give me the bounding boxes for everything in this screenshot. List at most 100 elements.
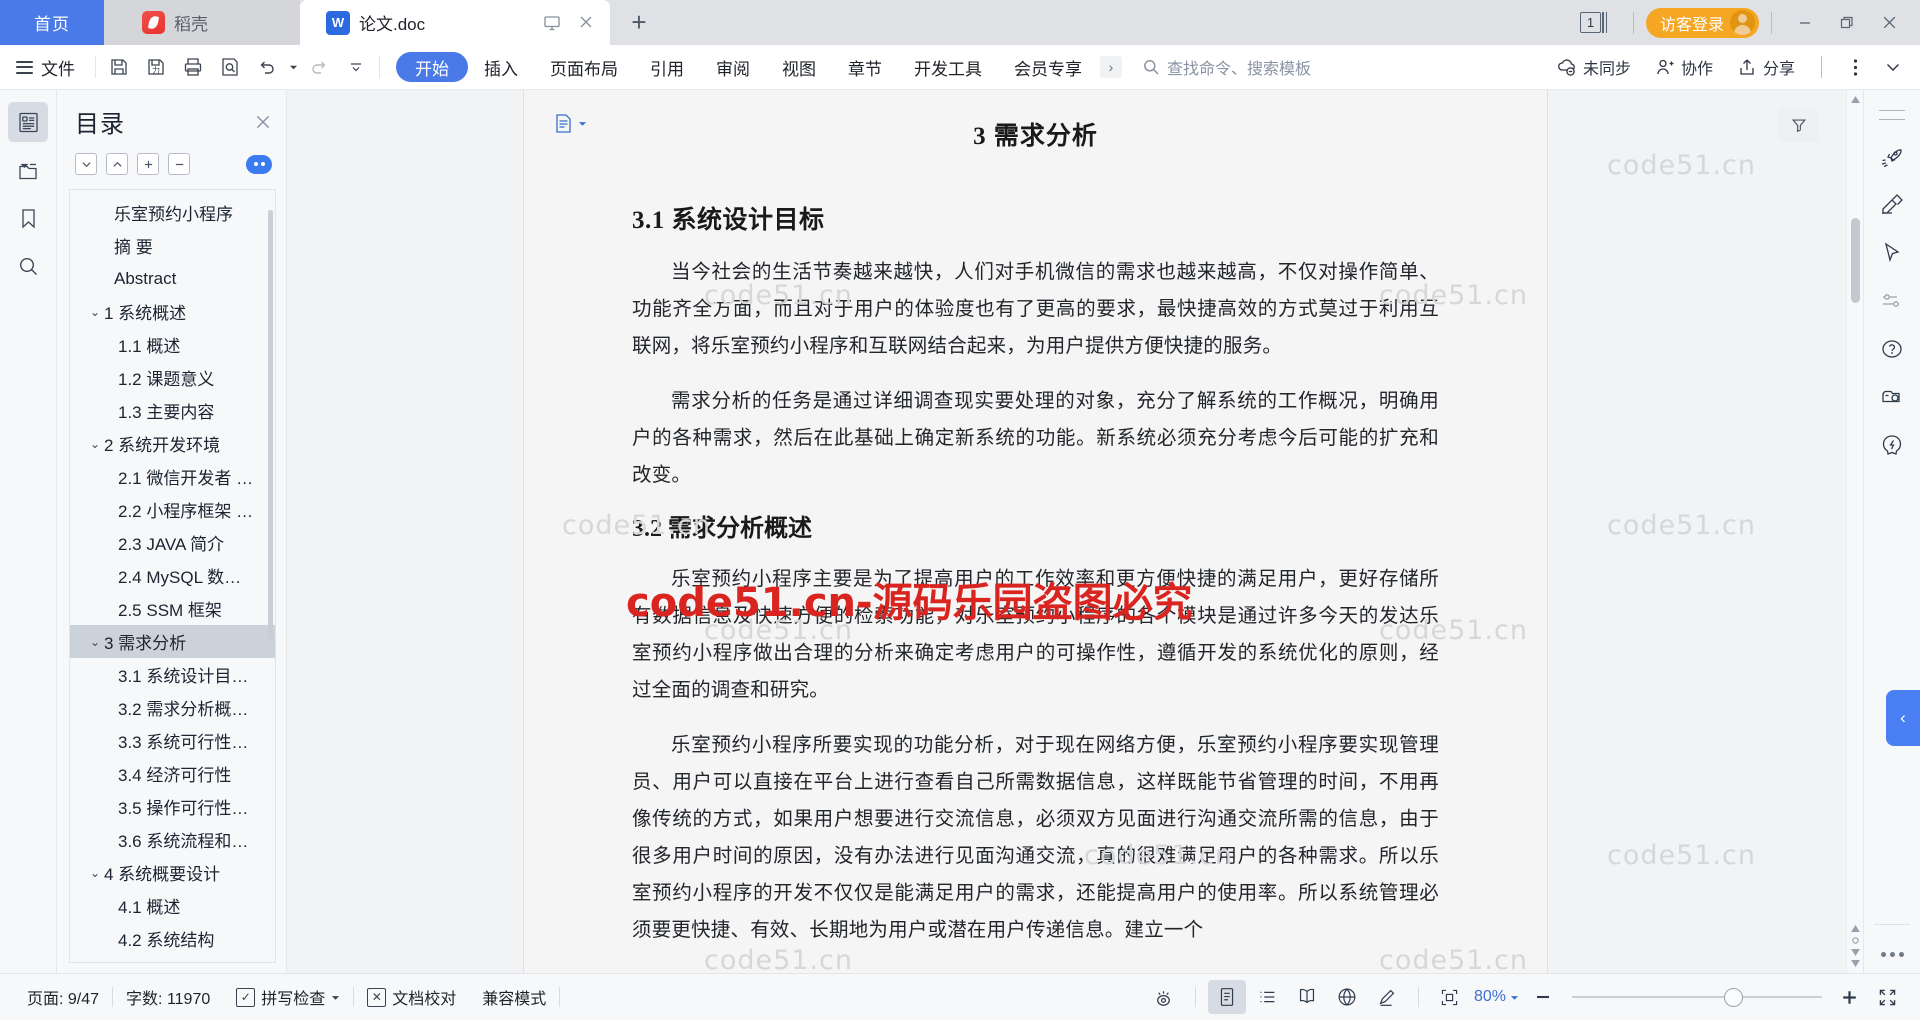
reading-view-icon[interactable] [1288,980,1326,1014]
fullscreen-icon[interactable] [1868,980,1906,1014]
zoom-level[interactable]: 80% [1471,988,1522,1006]
search-icon[interactable] [8,246,48,286]
chevron-down-icon[interactable]: ⌄ [86,635,104,649]
zoom-slider-knob[interactable] [1724,987,1743,1007]
toc-item[interactable]: 1.1 概述 [70,328,275,361]
fit-page-icon[interactable] [1431,980,1469,1014]
pen-view-icon[interactable] [1368,980,1406,1014]
cursor-icon[interactable] [1871,232,1913,274]
spellcheck-button[interactable]: ✓ 拼写检查 [223,985,353,1009]
next-page-icon[interactable] [1850,949,1860,956]
toc-item[interactable]: ⌄ 4 系统概要设计 [70,856,275,889]
customize-toolbar-icon[interactable] [339,51,373,83]
scroll-up-icon[interactable] [1850,90,1860,108]
toc-item[interactable]: ⌄ 1 系统概述 [70,295,275,328]
toc-item[interactable]: ⌄ 3 需求分析 [70,625,275,658]
command-search[interactable]: 查找命令、搜索模板 [1142,55,1311,79]
brush-icon[interactable] [1871,184,1913,226]
prev-page-icon[interactable] [1850,925,1860,932]
document-area[interactable]: 3 需求分析 3.1 系统设计目标 当今社会的生活节奏越来越快，人们对手机微信的… [287,90,1863,973]
ribbon-tab-start[interactable]: 开始 [396,52,468,82]
expand-all-icon[interactable] [137,153,159,175]
more-options-icon[interactable] [1838,51,1872,83]
eye-icon[interactable] [1145,980,1183,1014]
toc-item[interactable]: 1.2 课题意义 [70,361,275,394]
expand-panel-button[interactable]: ‹ [1886,690,1920,746]
expand-down-icon[interactable] [75,153,97,175]
undo-dropdown-caret-icon[interactable] [287,51,299,83]
maximize-button[interactable] [1826,0,1868,45]
toc-item[interactable]: 4.1 概述 [70,889,275,922]
chevron-down-icon[interactable]: ⌄ [86,305,104,319]
toc-item[interactable]: 4.2 系统结构 [70,922,275,955]
toc-item[interactable]: 3.5 操作可行性… [70,790,275,823]
zoom-slider[interactable] [1572,980,1822,1014]
settings-sliders-icon[interactable] [1871,280,1913,322]
web-view-icon[interactable] [1328,980,1366,1014]
ribbon-tab-page-layout[interactable]: 页面布局 [534,52,634,82]
scrollbar-track[interactable] [1847,108,1863,925]
document-scrollbar[interactable] [1846,90,1863,973]
toc-scrollbar-thumb[interactable] [268,210,273,640]
collaborate-button[interactable]: 协作 [1645,51,1723,83]
page-indicator[interactable]: 页面: 9/47 [14,985,112,1009]
new-tab-button[interactable]: + [610,0,668,45]
proofread-button[interactable]: ✕ 文档校对 [354,985,469,1009]
compatibility-mode[interactable]: 兼容模式 [469,985,559,1009]
rocket-icon[interactable] [1871,136,1913,178]
toc-item[interactable]: Abstract [70,262,275,295]
ribbon-tab-review[interactable]: 审阅 [700,52,766,82]
toc-item[interactable]: 3.6 系统流程和… [70,823,275,856]
toc-item[interactable]: 3.2 需求分析概… [70,691,275,724]
scrollbar-thumb[interactable] [1851,218,1860,303]
page-dot-icon[interactable] [1851,936,1860,945]
help-icon[interactable] [1871,328,1913,370]
toc-item[interactable]: 2.3 JAVA 简介 [70,526,275,559]
collapse-up-icon[interactable] [106,153,128,175]
undo-icon[interactable] [250,51,284,83]
minimize-button[interactable] [1784,0,1826,45]
scroll-down-icon[interactable] [1850,960,1860,967]
toc-item[interactable]: 4.3 数据库设 [70,955,275,962]
outline-view-icon[interactable] [1248,980,1286,1014]
toc-item[interactable]: 摘 要 [70,229,275,262]
ribbon-tabs-overflow-icon[interactable]: › [1100,56,1122,78]
window-stack-button[interactable]: 1 [1579,12,1609,33]
save-icon[interactable] [102,51,136,83]
close-tab-icon[interactable] [578,14,594,32]
document-page[interactable]: 3 需求分析 3.1 系统设计目标 当今社会的生活节奏越来越快，人们对手机微信的… [523,90,1548,973]
ribbon-tab-references[interactable]: 引用 [634,52,700,82]
toc-item[interactable]: 2.4 MySQL 数… [70,559,275,592]
tab-document[interactable]: W 论文.doc [300,0,610,45]
toc-item[interactable]: 2.1 微信开发者 … [70,460,275,493]
login-button[interactable]: 访客登录 [1645,7,1759,38]
share-button[interactable]: 分享 [1727,51,1805,83]
ribbon-tab-developer[interactable]: 开发工具 [898,52,998,82]
bookmark-icon[interactable] [8,198,48,238]
toc-style-toggle[interactable] [246,154,272,174]
redo-icon[interactable] [302,51,336,83]
toc-item[interactable]: 2.2 小程序框架 … [70,493,275,526]
print-preview-icon[interactable] [213,51,247,83]
toc-item[interactable]: 乐室预约小程序 [70,196,275,229]
page-view-icon[interactable] [1207,980,1246,1014]
sync-status-button[interactable]: 未同步 [1546,51,1641,83]
save-as-icon[interactable]: 力 [139,51,173,83]
chevron-down-icon[interactable]: ⌄ [86,437,104,451]
toc-item[interactable]: 2.5 SSM 框架 [70,592,275,625]
toc-item[interactable]: 3.1 系统设计目… [70,658,275,691]
close-window-button[interactable] [1868,0,1910,45]
close-icon[interactable] [254,113,272,131]
tab-home[interactable]: 首页 [0,0,104,45]
toc-item[interactable]: 3.3 系统可行性… [70,724,275,757]
zoom-out-button[interactable] [1524,980,1562,1014]
file-menu-button[interactable]: 文件 [0,55,89,80]
ribbon-tab-insert[interactable]: 插入 [468,52,534,82]
toc-item[interactable]: 1.3 主要内容 [70,394,275,427]
zoom-in-button[interactable] [1832,987,1866,1008]
toc-item[interactable]: ⌄ 2 系统开发环境 [70,427,275,460]
collapse-ribbon-icon[interactable] [1876,51,1910,83]
word-count[interactable]: 字数: 11970 [113,985,223,1009]
navigation-pane-icon[interactable] [552,112,587,135]
present-to-monitor-icon[interactable] [543,14,561,32]
